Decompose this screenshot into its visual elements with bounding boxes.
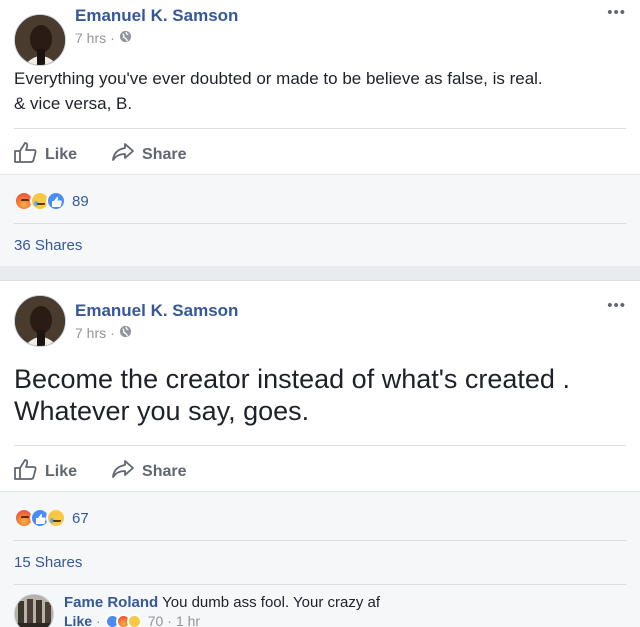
- author-avatar[interactable]: [14, 295, 66, 347]
- author-avatar[interactable]: [14, 14, 66, 66]
- post-text-line: Whatever you say, goes.: [14, 396, 310, 426]
- post-card-2: Emanuel K. Samson 7 hrs · ••• Become the…: [0, 280, 640, 627]
- more-options-button[interactable]: •••: [607, 4, 626, 21]
- share-button[interactable]: Share: [111, 142, 186, 167]
- share-button[interactable]: Share: [111, 459, 186, 484]
- comment-body: Fame Roland You dumb ass fool. Your craz…: [64, 594, 380, 627]
- reaction-count[interactable]: 67: [72, 510, 89, 527]
- post-time[interactable]: 7 hrs: [75, 30, 106, 46]
- post-text-line: & vice versa, B.: [14, 94, 133, 113]
- post-text: Everything you've ever doubted or made t…: [14, 66, 614, 116]
- post-text-line: Become the creator instead of what's cre…: [14, 364, 570, 394]
- divider: [14, 223, 626, 224]
- comment-reactions[interactable]: [104, 613, 142, 627]
- divider: [14, 445, 626, 446]
- divider: [14, 128, 626, 129]
- comment-reaction-count[interactable]: 70: [148, 613, 164, 627]
- shares-count[interactable]: 36 Shares: [14, 237, 82, 254]
- post-actions: Like Share: [14, 458, 186, 485]
- share-label: Share: [142, 462, 187, 480]
- meta-separator: ·: [96, 613, 101, 627]
- thumbs-up-icon: [14, 141, 38, 168]
- commenter-avatar[interactable]: [14, 594, 54, 627]
- share-arrow-icon: [111, 459, 135, 484]
- like-label: Like: [45, 145, 78, 163]
- post-text: Become the creator instead of what's cre…: [14, 363, 624, 427]
- author-name[interactable]: Emanuel K. Samson: [75, 301, 238, 321]
- comment-line: Fame Roland You dumb ass fool. Your craz…: [64, 594, 380, 611]
- like-button[interactable]: Like: [14, 141, 77, 168]
- meta-separator: ·: [167, 613, 172, 627]
- post-actions: Like Share: [14, 141, 186, 168]
- reactions-summary[interactable]: 67: [14, 508, 89, 528]
- comment-text: You dumb ass fool. Your crazy af: [162, 594, 381, 611]
- author-name[interactable]: Emanuel K. Samson: [75, 6, 238, 26]
- sad-reaction-icon: [126, 613, 142, 627]
- post-meta: 7 hrs ·: [75, 30, 132, 46]
- like-reaction-icon: [46, 191, 66, 211]
- post-card-1: Emanuel K. Samson 7 hrs · ••• Everything…: [0, 0, 640, 266]
- divider: [14, 584, 626, 585]
- engagement-panel: 89 36 Shares: [0, 174, 640, 266]
- meta-separator: ·: [110, 30, 115, 46]
- globe-icon: [119, 30, 132, 46]
- post-text-line: Everything you've ever doubted or made t…: [14, 69, 543, 88]
- comment: Fame Roland You dumb ass fool. Your craz…: [14, 594, 380, 627]
- like-label: Like: [45, 462, 78, 480]
- reaction-count[interactable]: 89: [72, 193, 89, 210]
- commenter-name[interactable]: Fame Roland: [64, 594, 158, 611]
- sad-reaction-icon: [46, 508, 66, 528]
- divider: [14, 540, 626, 541]
- post-meta: 7 hrs ·: [75, 325, 132, 341]
- shares-count[interactable]: 15 Shares: [14, 554, 82, 571]
- thumbs-up-icon: [14, 458, 38, 485]
- comment-meta: Like · 70 · 1 hr: [64, 613, 380, 627]
- post-time[interactable]: 7 hrs: [75, 325, 106, 341]
- reactions-summary[interactable]: 89: [14, 191, 89, 211]
- more-options-button[interactable]: •••: [607, 297, 626, 314]
- globe-icon: [119, 325, 132, 341]
- like-button[interactable]: Like: [14, 458, 77, 485]
- meta-separator: ·: [110, 325, 115, 341]
- share-label: Share: [142, 145, 187, 163]
- share-arrow-icon: [111, 142, 135, 167]
- comment-time[interactable]: 1 hr: [176, 613, 200, 627]
- comment-like-button[interactable]: Like: [64, 613, 92, 627]
